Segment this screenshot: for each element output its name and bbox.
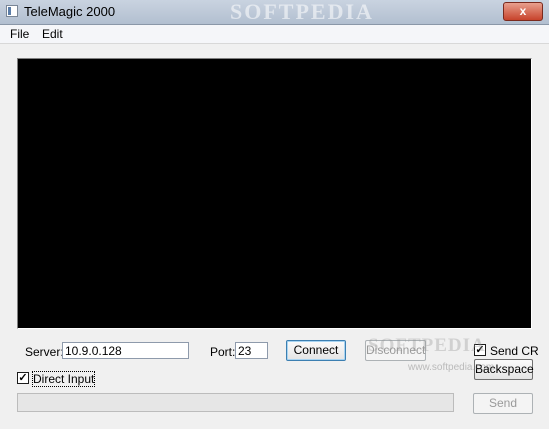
menu-edit[interactable]: Edit <box>42 27 63 41</box>
send-button[interactable]: Send <box>473 393 533 414</box>
menu-bar: File Edit <box>0 25 549 44</box>
close-button[interactable]: x <box>503 2 543 21</box>
direct-input-checkbox[interactable]: ✓ <box>17 372 29 384</box>
server-label: Server: <box>25 345 64 359</box>
direct-input-label: Direct Input <box>31 371 96 387</box>
title-watermark: SOFTPEDIA <box>230 0 374 24</box>
app-icon <box>6 5 18 17</box>
input-progress-bar <box>17 393 454 412</box>
connect-button[interactable]: Connect <box>286 340 346 361</box>
menu-file[interactable]: File <box>10 27 29 41</box>
softpedia-url-watermark: www.softpedia.com <box>408 362 495 373</box>
softpedia-watermark: SOFTPEDIA <box>368 335 486 356</box>
port-label: Port: <box>210 345 236 359</box>
send-cr-label: Send CR <box>490 344 539 358</box>
server-input[interactable] <box>62 342 189 359</box>
window-title: TeleMagic 2000 <box>24 4 116 19</box>
terminal-output[interactable] <box>17 58 532 329</box>
port-input[interactable] <box>235 342 268 359</box>
check-icon: ✓ <box>18 372 28 384</box>
title-bar[interactable]: TeleMagic 2000 SOFTPEDIA x <box>0 0 549 25</box>
